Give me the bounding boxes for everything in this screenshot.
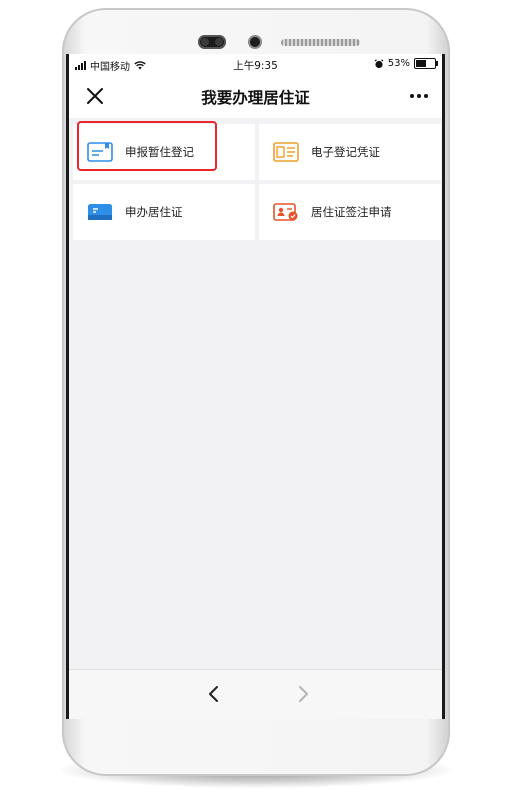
nav-bar: 我要办理居住证 (69, 74, 442, 118)
front-camera (250, 37, 260, 47)
browser-toolbar (69, 669, 442, 719)
battery-percent: 53% (387, 58, 410, 69)
forward-arrow-icon[interactable] (293, 684, 313, 704)
phone-screen: 中国移动 上午9:35 53% 我要办理居住证 申报暂住登记 电子登记凭证 申办… (69, 54, 442, 719)
page-title: 我要办理居住证 (201, 89, 310, 107)
service-item-endorsement-application[interactable]: 居住证签注申请 (259, 184, 441, 240)
speaker-grille (281, 39, 360, 46)
service-item-apply-residence-permit[interactable]: 申办居住证 (73, 184, 255, 240)
service-item-e-certificate[interactable]: 电子登记凭证 (259, 124, 441, 180)
more-icon[interactable] (407, 94, 428, 98)
back-arrow-icon[interactable] (204, 684, 224, 704)
service-label: 申办居住证 (125, 205, 183, 219)
highlight-box (77, 121, 217, 171)
certificate-icon (273, 142, 299, 162)
card-icon (88, 204, 112, 220)
service-label: 居住证签注申请 (311, 205, 392, 219)
alarm-icon (374, 58, 384, 68)
battery-icon (414, 58, 438, 69)
service-label: 电子登记凭证 (311, 145, 380, 159)
status-bar: 中国移动 上午9:35 53% (69, 54, 442, 74)
badge-stamp-icon (273, 203, 298, 221)
earpiece (198, 35, 226, 49)
